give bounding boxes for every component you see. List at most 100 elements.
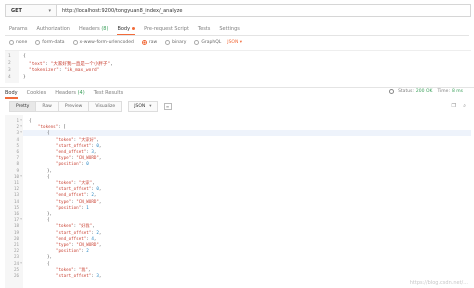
line-number: 17 — [13, 217, 19, 223]
tab-headers[interactable]: Headers (8) — [79, 26, 108, 34]
body-type-label: raw — [148, 39, 158, 45]
fold-arrow-icon[interactable]: ▾ — [20, 130, 22, 134]
json-key: "text" — [29, 62, 46, 67]
line-number: 2 — [8, 61, 11, 66]
json-punct: , — [92, 223, 95, 229]
response-view-switch: Pretty Raw Preview Visualize — [9, 101, 123, 112]
time-label: Time: — [437, 89, 450, 94]
fold-arrow-icon[interactable]: ▾ — [20, 174, 22, 178]
tab-body[interactable]: Body — [117, 26, 136, 36]
http-method-label: GET — [11, 7, 22, 14]
json-key: "position" — [56, 204, 82, 210]
request-body-editor[interactable]: 1 {2 "text": "大家好我一直是一个小胖子", 3 "tokenizer": … — [5, 50, 471, 83]
json-key: "start_offset" — [56, 142, 92, 148]
json-punct: , — [98, 229, 102, 235]
json-punct: [ — [63, 124, 66, 130]
response-tab-headers[interactable]: Headers (4) — [55, 90, 84, 96]
tab-params[interactable]: Params — [9, 26, 27, 34]
body-format-select[interactable]: JSON ▾ — [227, 40, 242, 45]
code-line: { — [47, 260, 50, 266]
status-value[interactable]: 200 OK — [416, 89, 433, 94]
tab-settings[interactable]: Settings — [219, 26, 240, 34]
code-line: "text": "大家好我一直是一个小胖子", — [29, 61, 113, 67]
json-punct: , — [98, 273, 102, 278]
radio-icon[interactable] — [9, 39, 14, 45]
tab-label: Body — [117, 26, 131, 32]
json-string: "好我" — [78, 223, 93, 229]
json-key: "type" — [56, 242, 72, 247]
json-punct: , — [93, 192, 97, 198]
search-icon[interactable]: ⌕ — [463, 103, 466, 109]
json-string: "大家好我一直是一个小胖子" — [50, 62, 111, 67]
body-type-raw[interactable]: raw — [141, 39, 158, 45]
radio-icon[interactable] — [194, 39, 200, 45]
fold-arrow-icon[interactable]: ▾ — [20, 217, 22, 221]
code-line: "tokens": [ — [38, 124, 66, 129]
view-preview[interactable]: Preview — [58, 102, 90, 111]
body-type-binary[interactable]: binary — [165, 39, 187, 45]
copy-icon[interactable]: ❐ — [452, 103, 456, 109]
code-line: { — [47, 173, 50, 179]
body-type-form-data[interactable]: form-data — [35, 39, 65, 45]
view-visualize[interactable]: Visualize — [89, 102, 122, 111]
wrap-lines-icon[interactable]: ≡ — [163, 103, 172, 110]
body-type-none[interactable]: none — [9, 39, 27, 45]
line-number: 4 — [16, 136, 19, 142]
json-key: "token" — [56, 223, 74, 229]
time-value[interactable]: 8 ms — [452, 89, 463, 94]
json-number: 0 — [86, 161, 89, 167]
view-raw[interactable]: Raw — [36, 102, 59, 111]
response-body-viewer[interactable]: 1 ▾{2 ▾ "tokens": [3 ▾{4 "token": "大家好", 5 "sta… — [5, 115, 471, 288]
fold-arrow-icon[interactable]: ▾ — [20, 118, 22, 122]
tab-pre-request-script[interactable]: Pre-request Script — [144, 26, 189, 34]
response-tab-test-results[interactable]: Test Results — [94, 90, 124, 96]
json-key: "position" — [56, 161, 82, 167]
line-number: 16 — [13, 211, 19, 216]
tab-authorization[interactable]: Authorization — [36, 26, 70, 34]
code-line: "type": "CN_WORD", — [56, 155, 101, 160]
response-format-select[interactable]: JSON ▾ — [128, 101, 158, 112]
radio-icon[interactable] — [72, 39, 78, 45]
body-type-label: binary — [172, 39, 187, 45]
view-pretty[interactable]: Pretty — [10, 102, 37, 111]
radio-icon[interactable] — [165, 39, 171, 45]
code-line: "type": "CN_WORD", — [56, 242, 101, 247]
code-line: "end_offset": 2, — [56, 192, 96, 197]
current-line-highlight — [23, 129, 471, 136]
response-toolbar: Pretty Raw Preview Visualize JSON ▾ ≡ — [9, 101, 172, 112]
code-line: "position": 0 — [56, 161, 89, 166]
tab-label: Body — [5, 90, 18, 96]
radio-icon[interactable] — [141, 39, 147, 45]
fold-arrow-icon[interactable]: ▾ — [20, 261, 22, 265]
json-string: "CN_WORD" — [76, 242, 99, 247]
code-line: "tokenizer": "ik_max_word" — [29, 68, 99, 73]
response-tab-body[interactable]: Body — [5, 90, 18, 99]
json-punct: , — [93, 235, 97, 241]
radio-icon[interactable] — [35, 39, 41, 45]
line-number: 10 — [13, 173, 19, 179]
response-tab-cookies[interactable]: Cookies — [27, 90, 47, 96]
code-line: { — [23, 54, 26, 59]
body-type-graphql[interactable]: GraphQL — [194, 39, 221, 45]
json-number: 2 — [86, 248, 89, 254]
url-input[interactable]: http://localhost:9200/tongyuan8_index/_a… — [57, 4, 471, 17]
json-punct: , — [92, 180, 95, 185]
tab-label: Test Results — [93, 90, 124, 96]
line-number: 20 — [13, 235, 19, 241]
http-method-select[interactable]: GET ▾ — [5, 4, 57, 17]
fold-arrow-icon[interactable]: ▾ — [20, 124, 22, 128]
line-number: 1 — [8, 54, 11, 59]
json-string: "ik_max_word" — [64, 68, 100, 73]
json-punct: , — [110, 62, 113, 67]
json-number: 1 — [86, 204, 89, 210]
code-line: }, — [47, 211, 53, 216]
json-key: "start_offset" — [56, 229, 92, 235]
line-number: 6 — [16, 149, 19, 154]
line-number: 5 — [16, 142, 19, 148]
body-type-x-www-form-urlencoded[interactable]: x-www-form-urlencoded — [72, 39, 134, 45]
tab-tests[interactable]: Tests — [198, 26, 210, 34]
chevron-down-icon: ▾ — [149, 104, 152, 109]
line-number: 19 — [13, 229, 19, 235]
response-status-bar: Status: 200 OK Time: 8 ms — [389, 89, 468, 94]
tab-label: Cookies — [26, 90, 47, 96]
